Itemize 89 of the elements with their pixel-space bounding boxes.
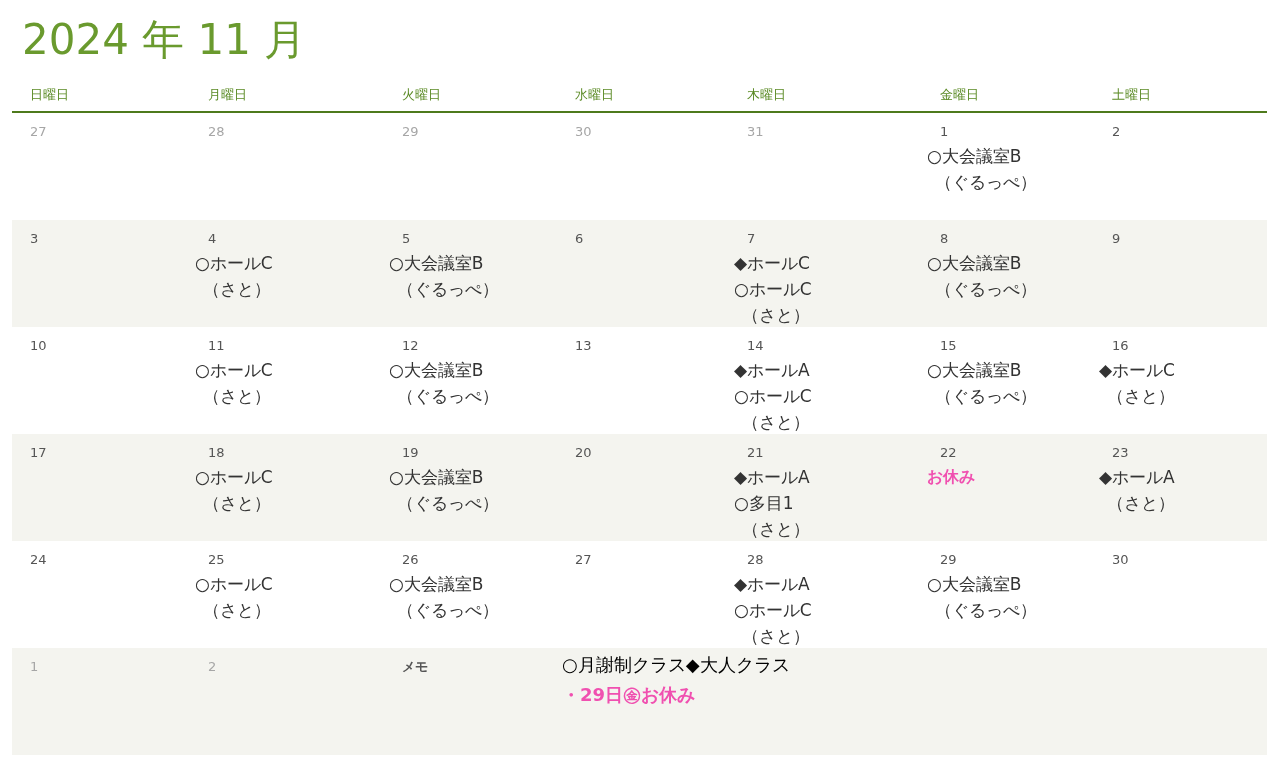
event-text: （ぐるっぺ） xyxy=(934,599,1038,622)
day-number: 10 xyxy=(30,337,47,355)
weekday-label: 土曜日 xyxy=(1112,87,1151,102)
day-number: 5 xyxy=(402,230,411,248)
day-number: 15 xyxy=(940,337,957,355)
event-text: ○ホールC xyxy=(195,573,274,596)
event-text: ○大会議室B xyxy=(389,466,485,489)
day-number: 26 xyxy=(402,551,419,569)
event-text: ◆ホールA xyxy=(734,466,811,489)
event-text: （さと） xyxy=(741,625,811,648)
day-number: 31 xyxy=(747,123,764,141)
weekday-label: 金曜日 xyxy=(940,87,979,102)
event-text: （ぐるっぺ） xyxy=(396,599,500,622)
event-text: ○ホールC xyxy=(734,599,813,622)
event-text: ◆ホールA xyxy=(734,573,811,596)
day-number: 14 xyxy=(747,337,764,355)
memo-label: メモ xyxy=(402,658,428,676)
event-text: （ぐるっぺ） xyxy=(396,492,500,515)
day-number: 30 xyxy=(1112,551,1129,569)
event-text: ○大会議室B xyxy=(389,252,485,275)
event-text: ○大会議室B xyxy=(927,252,1023,275)
event-text: （さと） xyxy=(202,599,272,622)
day-number: 3 xyxy=(30,230,39,248)
day-number: 1 xyxy=(30,658,39,676)
day-number: 24 xyxy=(30,551,47,569)
event-text: （さと） xyxy=(741,411,811,434)
weekday-label: 日曜日 xyxy=(30,87,69,102)
event-text: （さと） xyxy=(1106,492,1176,515)
event-text: （ぐるっぺ） xyxy=(934,278,1038,301)
day-number: 6 xyxy=(575,230,584,248)
event-text: （ぐるっぺ） xyxy=(934,385,1038,408)
day-number: 13 xyxy=(575,337,592,355)
day-number: 29 xyxy=(402,123,419,141)
day-number: 27 xyxy=(575,551,592,569)
event-text: ○大会議室B xyxy=(927,573,1023,596)
weekday-label: 木曜日 xyxy=(747,87,786,102)
day-number: 2 xyxy=(208,658,217,676)
event-text: ◆ホールA xyxy=(1099,466,1176,489)
day-number: 1 xyxy=(940,123,949,141)
event-text: ○大会議室B xyxy=(389,359,485,382)
holiday-note: お休み xyxy=(927,466,976,488)
weekday-label: 火曜日 xyxy=(402,87,441,102)
event-text: ○ホールC xyxy=(195,466,274,489)
day-number: 9 xyxy=(1112,230,1121,248)
day-number: 19 xyxy=(402,444,419,462)
event-text: ○月謝制クラス◆大人クラス xyxy=(562,653,791,677)
event-text: （さと） xyxy=(202,385,272,408)
event-text: ◆ホールC xyxy=(734,252,811,275)
event-text: ○ホールC xyxy=(195,252,274,275)
day-number: 8 xyxy=(940,230,949,248)
event-text: ○大会議室B xyxy=(389,573,485,596)
day-number: 2 xyxy=(1112,123,1121,141)
weekday-label: 月曜日 xyxy=(208,87,247,102)
weekday-label: 水曜日 xyxy=(575,87,614,102)
day-number: 22 xyxy=(940,444,957,462)
event-text: （ぐるっぺ） xyxy=(396,278,500,301)
event-text: ○ホールC xyxy=(734,385,813,408)
event-text: （さと） xyxy=(741,304,811,327)
day-number: 28 xyxy=(747,551,764,569)
event-text: ○ホールC xyxy=(734,278,813,301)
event-text: ◆ホールC xyxy=(1099,359,1176,382)
month-title: 2024 年 11 月 xyxy=(21,14,308,66)
event-text: ○大会議室B xyxy=(927,359,1023,382)
day-number: 18 xyxy=(208,444,225,462)
day-number: 16 xyxy=(1112,337,1129,355)
day-number: 28 xyxy=(208,123,225,141)
event-text: （さと） xyxy=(202,278,272,301)
event-text: ○大会議室B xyxy=(927,145,1023,168)
event-text: ○ホールC xyxy=(195,359,274,382)
day-number: 30 xyxy=(575,123,592,141)
day-number: 7 xyxy=(747,230,756,248)
day-number: 27 xyxy=(30,123,47,141)
day-number: 25 xyxy=(208,551,225,569)
day-number: 20 xyxy=(575,444,592,462)
event-text: （さと） xyxy=(202,492,272,515)
day-number: 23 xyxy=(1112,444,1129,462)
event-text: ◆ホールA xyxy=(734,359,811,382)
day-number: 17 xyxy=(30,444,47,462)
event-text: （ぐるっぺ） xyxy=(934,171,1038,194)
day-number: 12 xyxy=(402,337,419,355)
event-text: （さと） xyxy=(1106,385,1176,408)
event-text: ○多目1 xyxy=(734,492,795,515)
day-number: 29 xyxy=(940,551,957,569)
day-number: 11 xyxy=(208,337,225,355)
event-text: （ぐるっぺ） xyxy=(396,385,500,408)
day-number: 21 xyxy=(747,444,764,462)
event-text: （さと） xyxy=(741,518,811,541)
day-number: 4 xyxy=(208,230,217,248)
holiday-note: ・29日㊎お休み xyxy=(562,683,697,707)
